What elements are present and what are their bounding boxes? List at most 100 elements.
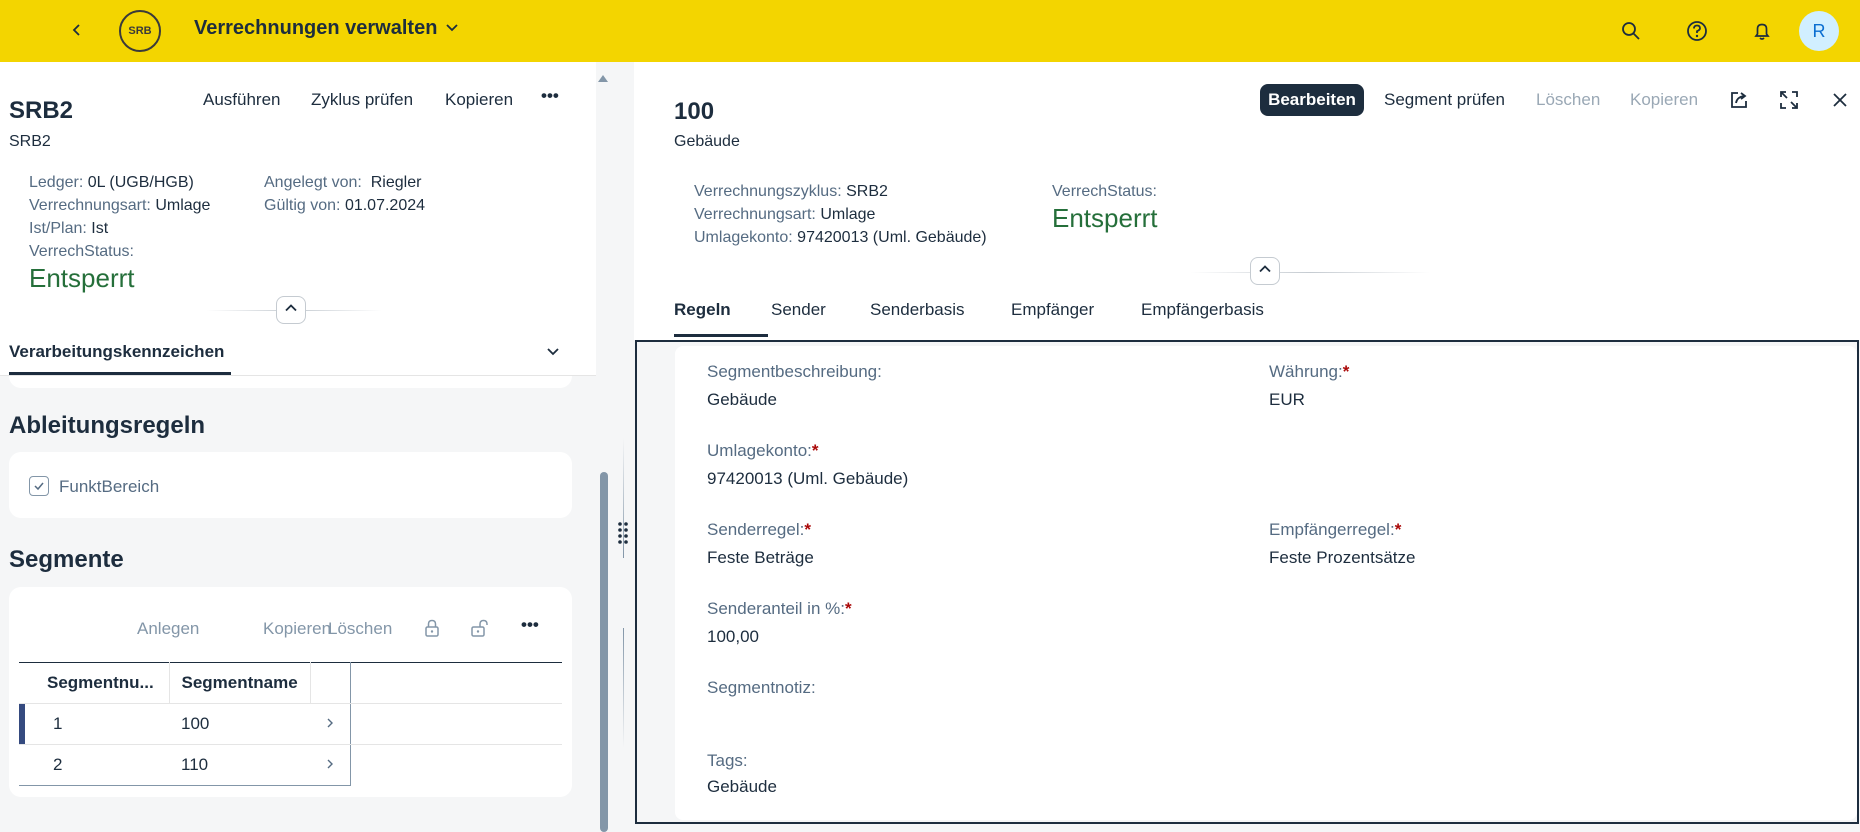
receiver-rule-label: Empfängerregel:* <box>1269 520 1401 540</box>
required-mark: * <box>811 441 819 460</box>
sender-share-label-text: Senderanteil in %: <box>707 599 845 618</box>
left-object-subtitle: SRB2 <box>9 133 51 150</box>
chevron-right-icon[interactable] <box>310 703 351 745</box>
bell-icon[interactable] <box>1747 16 1777 46</box>
pane-splitter[interactable] <box>614 62 634 832</box>
tags-value: Gebäude <box>707 777 777 796</box>
functional-area-checkbox[interactable] <box>29 476 49 496</box>
copy-button[interactable]: Kopieren <box>1630 90 1698 110</box>
ledger-value: 0L (UGB/HGB) <box>87 174 194 191</box>
check-segment-button[interactable]: Segment prüfen <box>1384 90 1505 110</box>
column-header-segment-number[interactable]: Segmentnu... <box>19 662 170 704</box>
grip-icon[interactable] <box>617 520 629 551</box>
status-value: Entsperrt <box>1052 203 1158 233</box>
chevron-down-icon[interactable] <box>546 344 560 363</box>
chevron-up-icon <box>1258 262 1272 281</box>
splitter-line-bottom <box>623 628 624 748</box>
copy-segment-button[interactable]: Kopieren <box>263 619 331 639</box>
search-icon[interactable] <box>1616 16 1646 46</box>
more-icon[interactable]: ••• <box>541 86 559 106</box>
required-mark: * <box>1394 520 1402 539</box>
status-label: VerrechStatus: <box>1052 183 1157 200</box>
account-label-text: Umlagekonto: <box>707 441 812 460</box>
tab-sender-basis[interactable]: Senderbasis <box>870 300 965 320</box>
ledger-attribute: Ledger: 0L (UGB/HGB) <box>29 174 194 192</box>
created-by-label: Angelegt von: <box>264 174 362 191</box>
segment-subtitle: Gebäude <box>674 133 740 150</box>
receiver-rule-value: Feste Prozentsätze <box>1269 548 1416 567</box>
lock-icon[interactable] <box>423 618 441 643</box>
alloc-type-attribute: Verrechnungsart: Umlage <box>694 206 875 224</box>
close-icon[interactable] <box>1826 86 1854 114</box>
collapse-divider <box>1190 272 1430 273</box>
segment-name-cell: 110 <box>169 744 311 786</box>
processing-card-bottom <box>9 376 572 388</box>
alloc-type-label: Verrechnungsart: <box>29 197 151 214</box>
account-label: Umlagekonto: <box>694 229 793 246</box>
sender-rule-value: Feste Beträge <box>707 548 814 567</box>
tab-receiver[interactable]: Empfänger <box>1011 300 1094 320</box>
chevron-up-icon <box>284 301 298 320</box>
create-segment-button[interactable]: Anlegen <box>137 619 199 639</box>
column-header-empty <box>350 662 563 704</box>
account-label: Umlagekonto:* <box>707 441 819 461</box>
segment-title: 100 <box>674 98 715 125</box>
segment-number: 1 <box>53 714 63 733</box>
empty-cell <box>350 703 563 745</box>
check-cycle-button[interactable]: Zyklus prüfen <box>311 90 413 110</box>
created-by-value: Riegler <box>370 174 422 191</box>
collapse-header-button[interactable] <box>1250 257 1280 285</box>
company-logo[interactable]: SRB <box>119 10 161 52</box>
sender-share-label: Senderanteil in %:* <box>707 599 852 619</box>
app-title-menu[interactable]: Verrechnungen verwalten <box>194 17 459 40</box>
unlock-icon[interactable] <box>470 618 490 643</box>
avatar[interactable]: R <box>1799 11 1839 51</box>
tab-sender[interactable]: Sender <box>771 300 826 320</box>
segment-name-cell: 100 <box>169 703 311 745</box>
segments-more-icon[interactable]: ••• <box>521 615 539 635</box>
execute-button[interactable]: Ausführen <box>203 90 281 110</box>
sender-rule-label-text: Senderregel: <box>707 520 805 539</box>
segment-description-label: Segmentbeschreibung: <box>707 362 882 381</box>
share-icon[interactable] <box>1725 86 1753 114</box>
tab-active-indicator <box>9 372 231 375</box>
scroll-up-icon[interactable] <box>597 70 609 88</box>
collapse-header-button[interactable] <box>276 296 306 324</box>
app-title: Verrechnungen verwalten <box>194 17 438 39</box>
tab-rules[interactable]: Regeln <box>674 300 731 320</box>
back-icon[interactable] <box>64 17 90 43</box>
column-header-segment-name[interactable]: Segmentname <box>169 662 311 704</box>
segment-note-label: Segmentnotiz: <box>707 678 816 697</box>
receiver-rule-label-text: Empfängerregel: <box>1269 520 1395 539</box>
edit-button[interactable]: Bearbeiten <box>1260 84 1364 116</box>
tab-receiver-basis[interactable]: Empfängerbasis <box>1141 300 1264 320</box>
left-object-title: SRB2 <box>9 97 74 124</box>
right-pane: 100 Gebäude Bearbeiten Segment prüfen Lö… <box>634 62 1860 832</box>
sender-rule-label: Senderregel:* <box>707 520 811 540</box>
left-scroll-thumb[interactable] <box>600 472 608 832</box>
help-icon[interactable] <box>1682 16 1712 46</box>
segments-table: Segmentnu... Segmentname 1 100 2 110 <box>19 662 563 786</box>
row-selection-indicator <box>19 704 25 744</box>
ledger-label: Ledger: <box>29 174 84 191</box>
delete-segment-button[interactable]: Löschen <box>328 619 392 639</box>
alloc-type-label: Verrechnungsart: <box>694 206 816 223</box>
cycle-attribute: Verrechnungszyklus: SRB2 <box>694 183 888 201</box>
table-row[interactable]: 2 110 <box>19 744 562 786</box>
table-row[interactable]: 1 100 <box>19 703 563 745</box>
copy-button[interactable]: Kopieren <box>445 90 513 110</box>
delete-button[interactable]: Löschen <box>1536 90 1600 110</box>
fullscreen-icon[interactable] <box>1775 86 1803 114</box>
chevron-right-icon[interactable] <box>310 744 351 786</box>
actual-plan-label: Ist/Plan: <box>29 220 87 237</box>
rules-form-card: Segmentbeschreibung: Gebäude Währung:* E… <box>675 346 1857 820</box>
empty-cell <box>350 745 562 786</box>
cycle-value: SRB2 <box>846 183 888 200</box>
rules-content-area: Segmentbeschreibung: Gebäude Währung:* E… <box>635 340 1859 824</box>
derivation-card: FunktBereich <box>9 452 572 518</box>
tab-processing-indicators[interactable]: Verarbeitungskennzeichen <box>9 342 224 362</box>
valid-from-value: 01.07.2024 <box>344 197 426 214</box>
alloc-type-value: Umlage <box>155 197 211 214</box>
currency-value: EUR <box>1269 390 1305 409</box>
left-tab-bar: Verarbeitungskennzeichen <box>0 324 596 376</box>
